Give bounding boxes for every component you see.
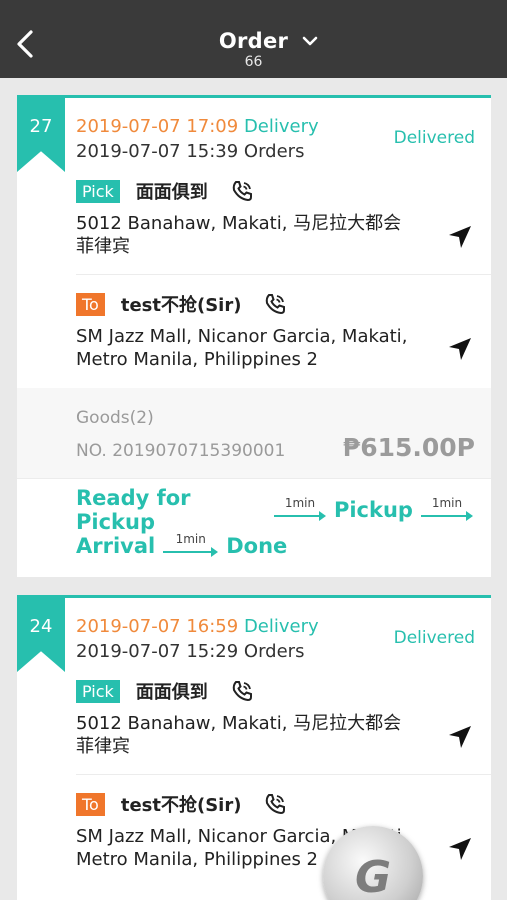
phone-icon[interactable] (263, 292, 287, 316)
phone-icon[interactable] (230, 679, 254, 703)
order-price: ₱615.00P (342, 433, 475, 462)
order-header: 2019-07-07 16:59 Delivery 2019-07-07 15:… (76, 616, 475, 666)
progress-steps: Ready for Pickup 1min Pickup 1min Arriva… (76, 486, 481, 561)
step-arrival: Arrival (76, 534, 156, 558)
pickup-address: 5012 Banahaw, Makati, 马尼拉大都会 菲律宾 (76, 213, 402, 257)
goods-count: Goods(2) (76, 408, 154, 428)
top-bar: Order 66 (0, 0, 507, 78)
order-index-ribbon: 24 (17, 598, 65, 672)
status-label: Delivered (393, 628, 475, 648)
divider (76, 274, 491, 275)
step-pickup: Pickup (333, 498, 413, 522)
pickup-name: 面面俱到 (135, 182, 208, 203)
order-header: 2019-07-07 17:09 Delivery 2019-07-07 15:… (76, 116, 475, 166)
navigation-arrow-icon[interactable] (447, 224, 473, 250)
goods-section[interactable]: Goods(2) NO. 2019070715390001 ₱615.00P (17, 388, 491, 478)
pick-badge: Pick (76, 679, 120, 703)
order-count: 66 (244, 54, 263, 70)
navigation-arrow-icon[interactable] (447, 336, 473, 362)
order-number: NO. 2019070715390001 (76, 441, 286, 461)
navigation-arrow-icon[interactable] (447, 836, 473, 862)
divider (76, 774, 491, 775)
pickup-section: Pick 面面俱到 5012 Banahaw, Makati, 马尼拉大都会 菲… (76, 678, 475, 758)
pickup-address: 5012 Banahaw, Makati, 马尼拉大都会 菲律宾 (76, 713, 402, 757)
dropoff-name: test不抢(Sir) (120, 795, 242, 816)
delivery-tag: Delivery (243, 616, 319, 637)
divider (17, 478, 491, 479)
step-ready-for-pickup: Ready for Pickup (76, 486, 191, 534)
order-card[interactable]: 27 2019-07-07 17:09 Delivery 2019-07-07 … (17, 95, 491, 577)
step-connector: 1min (273, 495, 326, 525)
to-badge: To (76, 292, 105, 316)
pick-badge: Pick (76, 179, 120, 203)
delivery-tag: Delivery (243, 116, 319, 137)
title-selector[interactable]: Order 66 (0, 26, 507, 70)
to-badge: To (76, 792, 105, 816)
page-title: Order (218, 29, 289, 53)
phone-icon[interactable] (263, 792, 287, 816)
g-button-label: G (354, 852, 392, 900)
order-card[interactable]: 24 2019-07-07 16:59 Delivery 2019-07-07 … (17, 595, 491, 900)
navigation-arrow-icon[interactable] (447, 724, 473, 750)
step-connector: 1min (420, 495, 473, 525)
step-done: Done (226, 534, 288, 558)
dropoff-name: test不抢(Sir) (120, 295, 242, 316)
order-index-ribbon: 27 (17, 98, 65, 172)
pickup-section: Pick 面面俱到 5012 Banahaw, Makati, 马尼拉大都会 菲… (76, 178, 475, 258)
status-label: Delivered (393, 128, 475, 148)
dropoff-section: To test不抢(Sir) SM Jazz Mall, Nicanor Gar… (76, 291, 475, 371)
phone-icon[interactable] (230, 179, 254, 203)
step-connector: 1min (163, 531, 219, 561)
chevron-down-icon (302, 36, 318, 46)
dropoff-address: SM Jazz Mall, Nicanor Garcia, Makati, Me… (76, 326, 408, 370)
pickup-name: 面面俱到 (135, 682, 208, 703)
